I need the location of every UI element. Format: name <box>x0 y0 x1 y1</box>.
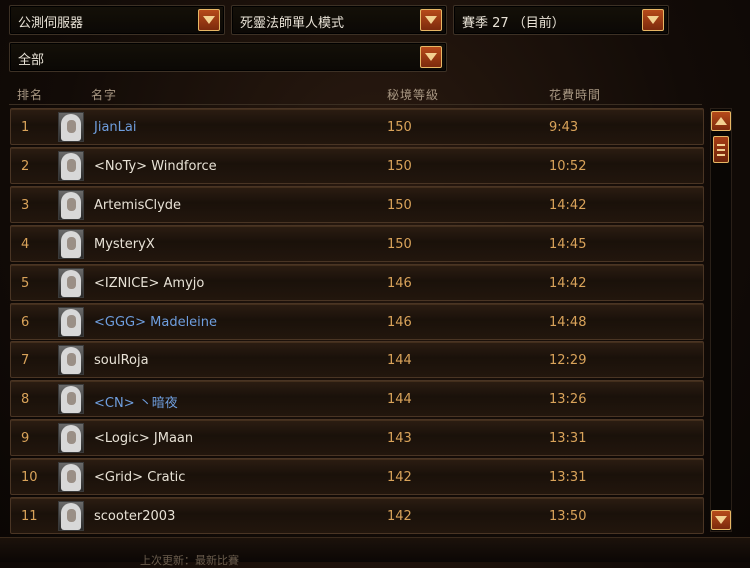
scrollbar[interactable] <box>710 108 732 532</box>
chevron-down-icon[interactable] <box>420 46 442 68</box>
column-name-header: 名字 <box>91 88 118 102</box>
season-dropdown[interactable]: 賽季 27 （目前） <box>453 5 669 35</box>
rift-level-value: 142 <box>387 470 412 486</box>
time-value: 14:45 <box>549 236 587 252</box>
rift-level-value: 144 <box>387 353 412 369</box>
footer-text: 上次更新：最新比賽 <box>140 554 239 567</box>
player-name: scooter2003 <box>94 509 176 524</box>
rift-level-value: 150 <box>387 120 412 135</box>
leaderboard-row[interactable]: 8 <CN> 丶暗夜 144 13:26 <box>10 380 704 418</box>
necromancer-portrait-icon <box>58 112 84 142</box>
column-rank-header: 排名 <box>17 88 44 102</box>
footer-bar: 上次更新：最新比賽 <box>0 537 750 567</box>
necromancer-portrait-icon <box>58 306 84 337</box>
time-value: 10:52 <box>549 158 587 174</box>
leaderboard-row[interactable]: 11 scooter2003 142 13:50 <box>10 497 704 534</box>
player-name: <NoTy> Windforce <box>94 158 217 174</box>
rank-value: 2 <box>21 158 30 174</box>
rank-value: 8 <box>21 392 30 408</box>
mode-dropdown-value: 死靈法師單人模式 <box>240 16 345 31</box>
rift-level-value: 150 <box>387 158 412 174</box>
leaderboard-row[interactable]: 3 ArtemisClyde 150 14:42 <box>10 185 704 223</box>
leaderboard-header: 排名 名字 秘境等級 花費時間 <box>9 80 702 105</box>
leaderboard-row[interactable]: 6 <GGG> Madeleine 146 14:48 <box>10 302 704 340</box>
player-name[interactable]: JianLai <box>94 120 136 135</box>
chevron-down-icon[interactable] <box>420 9 442 31</box>
player-name: <IZNICE> Amyjo <box>94 275 205 291</box>
arrow-up-icon[interactable] <box>711 111 731 131</box>
necromancer-portrait-icon <box>58 462 84 493</box>
rift-level-value: 146 <box>387 275 412 291</box>
necromancer-portrait-icon <box>58 150 84 181</box>
column-time-header: 花費時間 <box>549 88 602 102</box>
time-value: 13:31 <box>549 431 587 447</box>
time-value: 14:42 <box>549 197 587 213</box>
leaderboard-row[interactable]: 2 <NoTy> Windforce 150 10:52 <box>10 146 704 184</box>
chevron-down-icon[interactable] <box>642 9 664 31</box>
leaderboard-row[interactable]: 4 MysteryX 150 14:45 <box>10 224 704 262</box>
time-value: 13:50 <box>549 509 587 524</box>
mode-dropdown[interactable]: 死靈法師單人模式 <box>231 5 447 35</box>
rank-value: 6 <box>21 314 30 330</box>
rift-level-value: 143 <box>387 431 412 447</box>
rank-value: 7 <box>21 353 30 369</box>
rank-value: 10 <box>21 470 38 486</box>
player-name: ArtemisClyde <box>94 197 182 213</box>
leaderboard-row[interactable]: 7 soulRoja 144 12:29 <box>10 341 704 379</box>
rank-value: 5 <box>21 275 30 291</box>
scrollbar-thumb[interactable] <box>713 136 729 163</box>
rank-value: 4 <box>21 236 30 252</box>
leaderboard-row[interactable]: 1 JianLai 150 9:43 <box>10 108 704 145</box>
time-value: 14:48 <box>549 314 587 330</box>
rift-level-value: 142 <box>387 509 412 524</box>
necromancer-portrait-icon <box>58 267 84 298</box>
region-dropdown[interactable]: 公測伺服器 <box>9 5 225 35</box>
necromancer-portrait-icon <box>58 501 84 531</box>
season-dropdown-value: 賽季 27 （目前） <box>462 16 565 31</box>
rank-value: 9 <box>21 431 30 447</box>
rift-level-value: 150 <box>387 236 412 252</box>
player-name[interactable]: <CN> 丶暗夜 <box>94 392 178 411</box>
rank-value: 11 <box>21 509 38 524</box>
player-name[interactable]: <GGG> Madeleine <box>94 315 217 330</box>
player-name: soulRoja <box>94 353 149 369</box>
necromancer-portrait-icon <box>58 423 84 454</box>
time-value: 9:43 <box>549 120 579 135</box>
rank-value: 3 <box>21 197 30 213</box>
necromancer-portrait-icon <box>58 384 84 415</box>
rift-level-value: 150 <box>387 197 412 213</box>
player-name: <Grid> Cratic <box>94 470 186 486</box>
category-dropdown[interactable]: 全部 <box>9 42 447 72</box>
leaderboard-row[interactable]: 10 <Grid> Cratic 142 13:31 <box>10 458 704 496</box>
column-level-header: 秘境等級 <box>387 88 440 102</box>
rift-level-value: 144 <box>387 392 412 408</box>
player-name: <Logic> JMaan <box>94 431 194 447</box>
player-name: MysteryX <box>94 236 155 252</box>
time-value: 13:31 <box>549 470 587 486</box>
chevron-down-icon[interactable] <box>198 9 220 31</box>
category-dropdown-value: 全部 <box>18 53 45 68</box>
leaderboard-row[interactable]: 5 <IZNICE> Amyjo 146 14:42 <box>10 263 704 301</box>
arrow-down-icon[interactable] <box>711 510 731 530</box>
necromancer-portrait-icon <box>58 345 84 376</box>
region-dropdown-value: 公測伺服器 <box>18 16 84 31</box>
time-value: 12:29 <box>549 353 587 369</box>
time-value: 14:42 <box>549 275 587 291</box>
necromancer-portrait-icon <box>58 189 84 220</box>
rift-level-value: 146 <box>387 314 412 330</box>
rank-value: 1 <box>21 120 30 135</box>
time-value: 13:26 <box>549 392 587 408</box>
necromancer-portrait-icon <box>58 228 84 259</box>
leaderboard-row[interactable]: 9 <Logic> JMaan 143 13:31 <box>10 419 704 457</box>
